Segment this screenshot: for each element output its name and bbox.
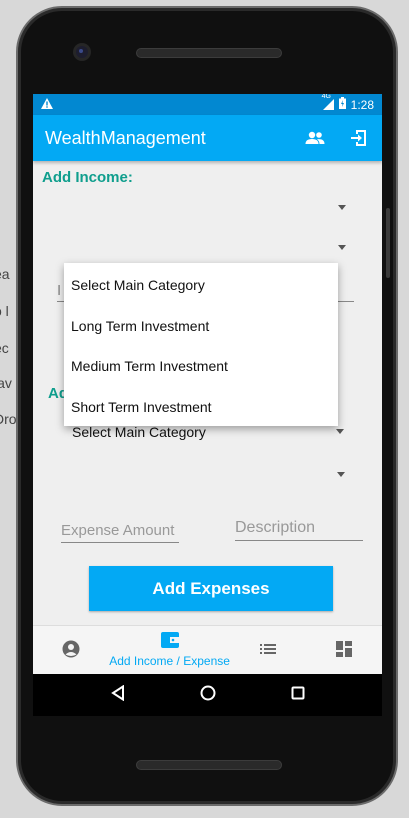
app-bar: WealthManagement — [33, 115, 382, 161]
add-expenses-button[interactable]: Add Expenses — [89, 566, 333, 611]
bottom-navigation: Add Income / Expense — [33, 625, 382, 674]
system-navigation-bar — [33, 674, 382, 716]
warning-icon — [41, 97, 53, 112]
logout-icon[interactable] — [348, 127, 370, 149]
expense-main-category-caret[interactable] — [336, 429, 344, 434]
battery-icon — [338, 97, 346, 112]
dropdown-option[interactable]: Long Term Investment — [64, 306, 338, 347]
phone-side-button — [386, 208, 390, 278]
recents-icon[interactable] — [291, 686, 305, 705]
nav-add-income-expense[interactable]: Add Income / Expense — [109, 626, 230, 674]
network-type: 4G — [321, 94, 331, 100]
front-camera — [76, 46, 88, 58]
background-text: ea — [0, 266, 10, 282]
earpiece-speaker — [136, 48, 282, 58]
nav-dashboard[interactable] — [306, 626, 382, 674]
background-text: Dro — [0, 411, 17, 427]
back-icon[interactable] — [110, 684, 125, 706]
nav-profile[interactable] — [33, 626, 109, 674]
wallet-icon — [160, 632, 179, 651]
signal-icon: 4G — [322, 94, 334, 110]
dropdown-option[interactable]: Short Term Investment — [64, 387, 338, 428]
people-icon[interactable] — [304, 127, 326, 149]
background-text: o l — [0, 303, 9, 319]
nav-list[interactable] — [230, 626, 306, 674]
nav-active-label: Add Income / Expense — [109, 654, 230, 668]
add-income-title: Add Income: — [42, 169, 133, 186]
main-content: Add Income: I Select Main Category Long … — [33, 161, 382, 621]
list-icon — [260, 643, 277, 658]
status-bar: 4G 1:28 — [33, 94, 382, 115]
income-category-dropdown: Select Main Category Long Term Investmen… — [64, 263, 338, 426]
clock: 1:28 — [350, 97, 374, 112]
account-circle-icon — [62, 640, 80, 661]
income-sub-category-caret[interactable] — [338, 245, 346, 250]
bottom-speaker — [136, 760, 282, 770]
income-main-category-caret[interactable] — [338, 205, 346, 210]
dropdown-option[interactable]: Medium Term Investment — [64, 346, 338, 387]
app-screen: 4G 1:28 WealthManagement Add Income: I S… — [33, 94, 382, 674]
dashboard-icon — [336, 640, 353, 660]
home-icon[interactable] — [200, 685, 216, 706]
expense-description-field[interactable]: Description — [235, 519, 363, 541]
app-title: WealthManagement — [45, 127, 206, 148]
dropdown-option[interactable]: Select Main Category — [64, 265, 338, 306]
background-text: lav — [0, 375, 12, 391]
background-text: ec — [0, 340, 9, 356]
expense-sub-category-caret[interactable] — [337, 472, 345, 477]
expense-amount-field[interactable]: Expense Amount — [61, 522, 179, 543]
